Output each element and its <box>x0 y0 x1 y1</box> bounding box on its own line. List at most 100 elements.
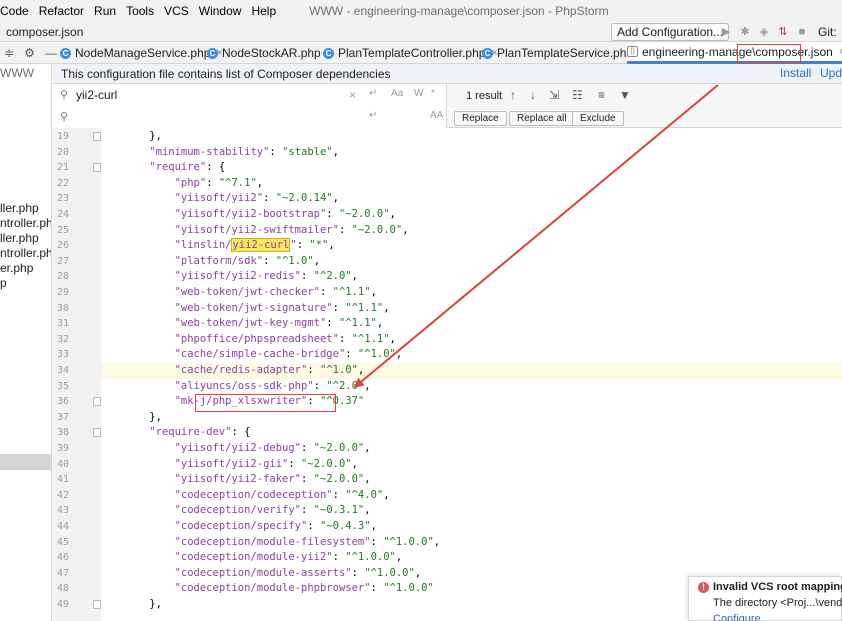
menu-code[interactable]: Code <box>0 4 34 18</box>
code-line[interactable]: "phpoffice/phpspreadsheet": "^1.1", <box>124 332 396 348</box>
fold-marker[interactable] <box>93 132 101 141</box>
fold-marker[interactable] <box>93 163 101 173</box>
tab-node-manage-service[interactable]: C NodeManageService.php × <box>60 42 223 64</box>
tab-node-stock-ar[interactable]: C NodeStockAR.php × <box>207 42 333 64</box>
code-line[interactable]: "yiisoft/yii2-debug": "~2.0.0", <box>124 441 371 457</box>
code-line[interactable]: "yiisoft/yii2-redis": "^2.0", <box>124 269 358 285</box>
clear-icon[interactable]: × <box>349 88 356 102</box>
menu-help[interactable]: Help <box>246 4 281 18</box>
selected-row[interactable] <box>0 454 51 470</box>
tab-plan-template-service[interactable]: C PlanTemplateService.php × <box>482 42 646 64</box>
in-selection-icon[interactable]: ☷ <box>572 88 583 102</box>
project-file-item[interactable]: p <box>0 276 7 290</box>
coverage-icon[interactable]: ◈ <box>757 25 771 39</box>
tab-label: NodeStockAR.php <box>222 46 321 60</box>
menu-tools[interactable]: Tools <box>121 4 159 18</box>
code-line[interactable]: "web-token/jwt-signature": "^1.1", <box>124 301 390 317</box>
project-file-item[interactable]: er.php <box>0 261 33 275</box>
project-file-item[interactable]: ller.php <box>0 201 39 215</box>
add-configuration-button[interactable]: Add Configuration... <box>611 23 730 41</box>
project-file-item[interactable]: ntroller.ph <box>0 246 51 260</box>
search-input[interactable]: yii2-curl <box>76 88 117 102</box>
debug-icon[interactable]: ✱ <box>738 25 752 39</box>
code-line[interactable]: "web-token/jwt-checker": "^1.1", <box>124 285 377 301</box>
project-file-item[interactable]: ntroller.ph <box>0 216 51 230</box>
previous-occurrence-icon[interactable]: ↑ <box>510 88 516 102</box>
replace-button[interactable]: Replace <box>454 111 507 126</box>
code-line[interactable]: "platform/sdk": "^1.0", <box>124 254 320 270</box>
line-number: 47 <box>56 567 69 579</box>
code-line[interactable]: "codeception/verify": "~0.3.1", <box>124 503 371 519</box>
tab-label: NodeManageService.php <box>75 46 211 60</box>
code-editor[interactable]: 19 20 21 22 23 24 25 26 27 28 29 30 31 32 33 34 35 36 37 38… <box>53 128 842 621</box>
exclude-button[interactable]: Exclude <box>572 111 624 126</box>
code-line[interactable]: "require-dev": { <box>124 425 250 441</box>
update-link[interactable]: Upda <box>820 66 842 80</box>
code-line[interactable]: "codeception/module-filesystem": "^1.0.0… <box>124 535 441 551</box>
line-gutter: 19 20 21 22 23 24 25 26 27 28 29 30 31 32 33 34 35 36 37 38… <box>53 128 101 621</box>
fold-marker[interactable] <box>93 397 101 407</box>
code-line[interactable]: }, <box>124 597 162 613</box>
line-number: 22 <box>56 177 69 189</box>
stop-icon[interactable]: ■ <box>795 25 809 39</box>
code-line[interactable]: "php": "^7.1", <box>124 176 264 192</box>
filter-icon[interactable]: ▼ <box>619 88 631 102</box>
vcs-notification[interactable]: ! Invalid VCS root mapping The directory… <box>688 576 842 621</box>
tab-plan-template-controller[interactable]: C PlanTemplateController.php × <box>323 42 498 64</box>
project-file-item[interactable]: ller.php <box>0 231 39 245</box>
new-line-icon[interactable]: ↵ <box>369 110 377 121</box>
whole-words-toggle[interactable]: W <box>414 88 423 99</box>
code-line[interactable]: "yiisoft/yii2-bootstrap": "~2.0.0", <box>124 207 396 223</box>
code-line[interactable]: "yiisoft/yii2-faker": "~2.0.0", <box>124 472 371 488</box>
project-root[interactable]: WWW <box>0 66 34 80</box>
php-class-icon: C <box>207 47 218 59</box>
error-icon: ! <box>698 582 709 593</box>
code-line[interactable]: "codeception/codeception": "^4.0", <box>124 488 390 504</box>
configure-link[interactable]: Configure <box>713 613 761 621</box>
code-line[interactable]: "yiisoft/yii2": "~2.0.14", <box>124 191 339 207</box>
code-line[interactable]: "codeception/module-yii2": "^1.0.0", <box>124 550 403 566</box>
code-line[interactable]: "cache/simple-cache-bridge": "^1.0", <box>124 347 403 363</box>
line-number: 34 <box>56 365 69 376</box>
code-line[interactable]: "linslin/yii2-curl": "*", <box>124 238 335 254</box>
code-line[interactable]: }, <box>124 129 162 145</box>
code-line[interactable]: "codeception/specify": "~0.4.3", <box>124 519 377 535</box>
code-line[interactable]: }, <box>124 410 162 426</box>
menu-vcs[interactable]: VCS <box>159 4 194 18</box>
line-number: 28 <box>56 271 69 283</box>
code-line[interactable]: "yiisoft/yii2-swiftmailer": "~2.0.0", <box>124 223 409 239</box>
code-line[interactable]: "web-token/jwt-key-mgmt": "^1.1", <box>124 316 384 332</box>
line-number: 24 <box>56 209 69 220</box>
code-line[interactable]: "aliyuncs/oss-sdk-php": "^2.0", <box>124 379 371 395</box>
gear-icon[interactable]: ⚙ <box>24 46 35 60</box>
preserve-case-toggle[interactable]: AA <box>430 110 443 121</box>
new-line-icon[interactable]: ↵ <box>369 88 377 99</box>
code-line[interactable]: "cache/redis-adapter": "^1.0", <box>124 363 365 379</box>
find-field[interactable]: ⚲ yii2-curl × ↵ Aa W * <box>53 84 447 106</box>
fold-marker[interactable] <box>93 600 101 609</box>
select-all-occurrences-icon[interactable]: ⇲ <box>549 88 559 102</box>
code-line[interactable]: "minimum-stability": "stable", <box>124 145 339 161</box>
fold-marker[interactable] <box>93 428 101 438</box>
next-occurrence-icon[interactable]: ↓ <box>530 88 536 102</box>
sort-icon[interactable]: ≑ <box>4 46 14 60</box>
run-icon[interactable]: ▶ <box>719 25 733 39</box>
menu-refactor[interactable]: Refactor <box>34 4 89 18</box>
code-line[interactable]: "yiisoft/yii2-gii": "~2.0.0", <box>124 457 358 473</box>
multiline-icon[interactable]: ≡ <box>598 88 605 102</box>
match-case-toggle[interactable]: Aa <box>391 88 403 99</box>
code-line[interactable]: "codeception/module-asserts": "^1.0.0", <box>124 566 422 582</box>
tab-composer-json[interactable]: {} engineering-manage\composer.json × <box>627 42 842 64</box>
menu-window[interactable]: Window <box>194 4 247 18</box>
attach-debugger-icon[interactable]: ⇅ <box>776 25 790 39</box>
breadcrumb[interactable]: composer.json <box>0 25 83 39</box>
replace-field[interactable]: ⚲ ↵ AA <box>53 106 447 128</box>
code-line[interactable]: "require": { <box>124 160 225 176</box>
code-line[interactable]: "codeception/module-phpbrowser": "^1.0.0… <box>124 581 434 597</box>
minimize-icon[interactable]: — <box>45 46 57 60</box>
install-link[interactable]: Install <box>780 66 811 80</box>
menu-run[interactable]: Run <box>89 4 121 18</box>
replace-all-button[interactable]: Replace all <box>509 111 575 126</box>
regex-toggle[interactable]: * <box>431 88 435 99</box>
line-number: 23 <box>56 193 69 205</box>
